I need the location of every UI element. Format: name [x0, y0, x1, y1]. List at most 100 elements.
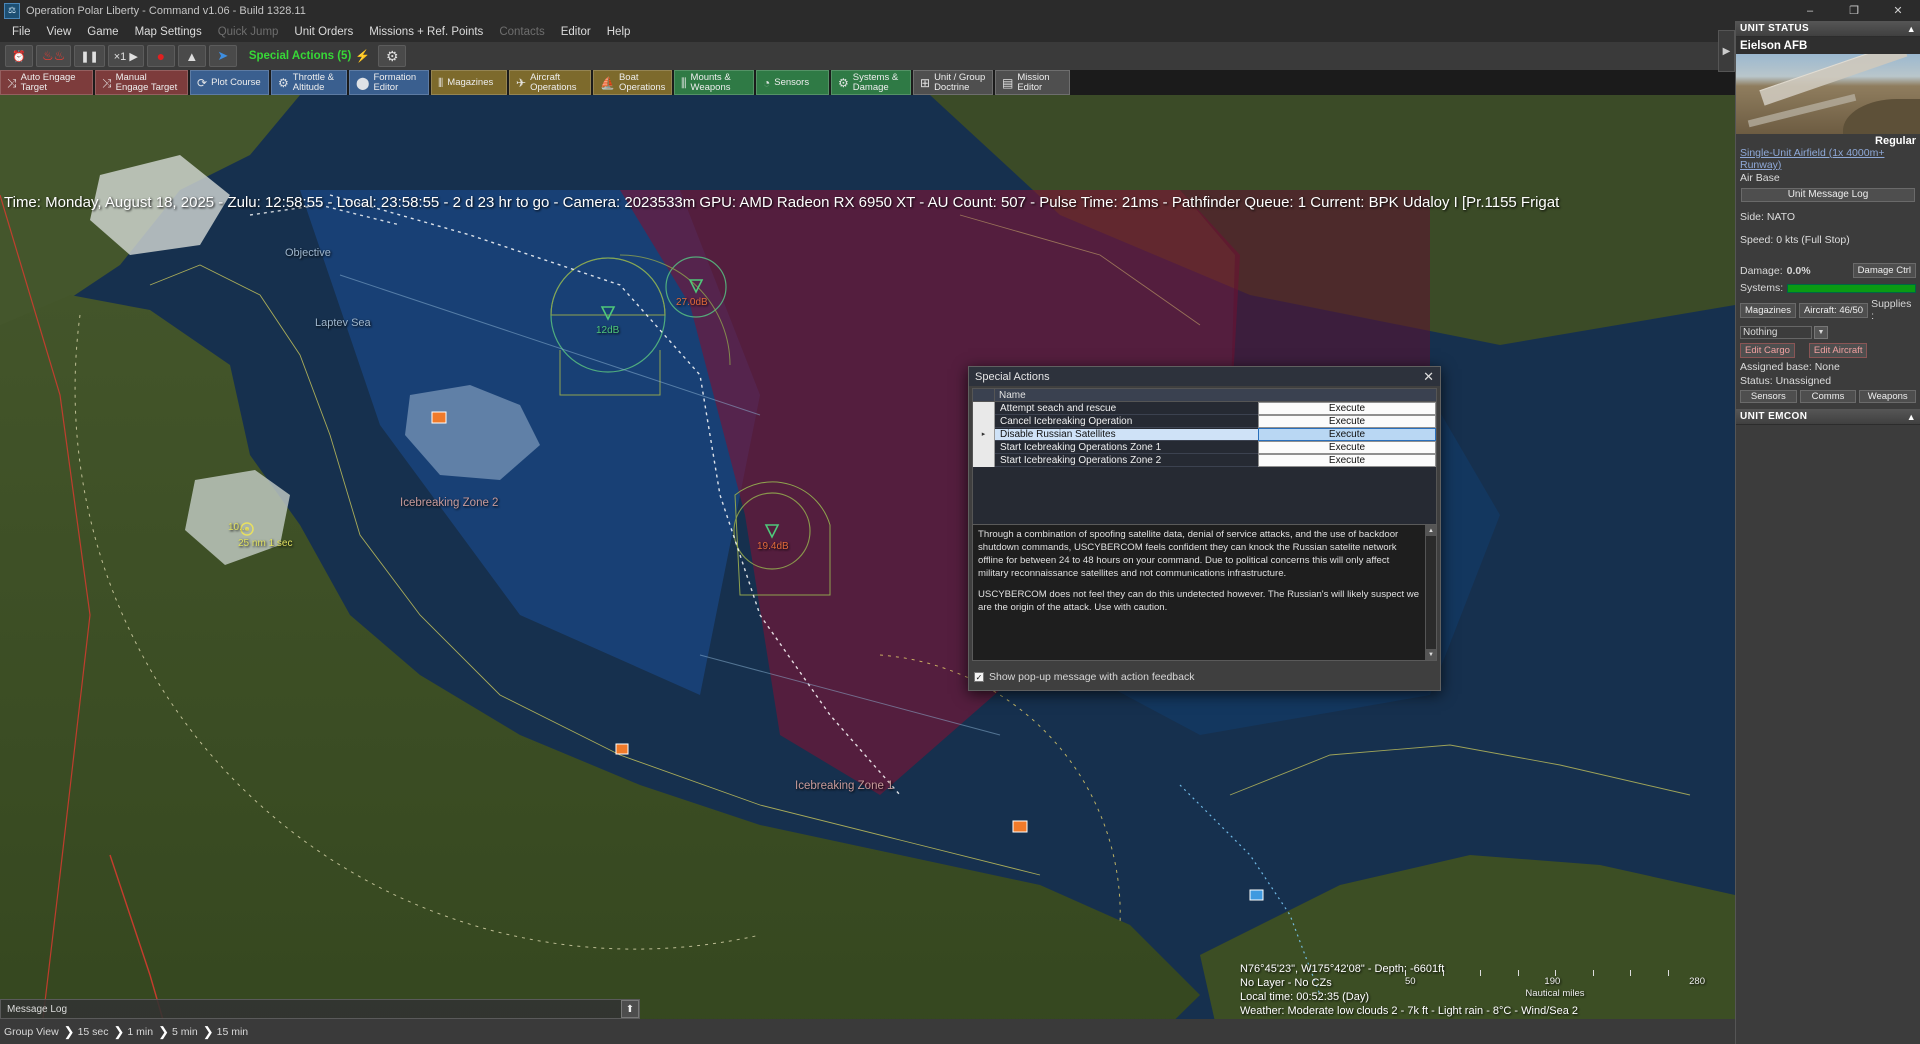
category-button-sensors[interactable]: ◔ Sensors	[756, 70, 829, 95]
group-view-label[interactable]: Group View	[4, 1026, 59, 1038]
category-button-boat[interactable]: ⛵Boat Operations	[593, 70, 672, 95]
edit-aircraft-button[interactable]: Edit Aircraft	[1809, 343, 1868, 358]
close-icon[interactable]: ✕	[1423, 369, 1434, 385]
category-button-aircraft[interactable]: ✈Aircraft Operations	[509, 70, 591, 95]
execute-button[interactable]: Execute	[1258, 428, 1436, 441]
cargo-select[interactable]: Nothing	[1740, 326, 1812, 339]
time-step-chip-1-min[interactable]: ❯1 min	[109, 1024, 154, 1040]
layers-icon[interactable]: ▲	[178, 45, 206, 67]
category-button-throttle[interactable]: ⚙Throttle & Altitude	[271, 70, 347, 95]
column-header-name: Name	[995, 389, 1436, 401]
manual-engage-icon: ⤨	[102, 78, 112, 88]
comms-button[interactable]: Comms	[1800, 390, 1857, 403]
execute-button[interactable]: Execute	[1258, 415, 1436, 428]
fire-weapons-icon[interactable]: ♨♨	[36, 45, 71, 67]
chevron-up-icon-emcon[interactable]: ▲	[1907, 412, 1916, 422]
feedback-checkbox[interactable]: ✓	[974, 672, 984, 682]
row-selector-icon[interactable]	[973, 454, 995, 467]
row-selector-icon[interactable]: ▸	[973, 428, 995, 441]
message-log-bar[interactable]: Message Log ⬆	[0, 999, 640, 1019]
menu-item-contacts: Contacts	[491, 23, 552, 41]
category-button-label: Mission Editor	[1017, 73, 1049, 93]
category-button-systems[interactable]: ⚙Systems & Damage	[831, 70, 911, 95]
execute-button[interactable]: Execute	[1258, 402, 1436, 415]
formation-icon: ⬤	[356, 78, 369, 88]
menu-item-view[interactable]: View	[39, 23, 80, 41]
menu-item-file[interactable]: File	[4, 23, 39, 41]
special-actions-dialog[interactable]: Special Actions ✕ Name Attempt seach and…	[968, 366, 1441, 691]
special-action-row[interactable]: ▸Disable Russian SatellitesExecute	[973, 428, 1436, 441]
doctrine-icon: ⊞	[920, 78, 930, 88]
unit-rank: Regular	[1736, 134, 1920, 147]
menu-item-help[interactable]: Help	[599, 23, 639, 41]
category-button-formation[interactable]: ⬤Formation Editor	[349, 70, 429, 95]
unit-name: Eielson AFB	[1736, 37, 1920, 54]
record-icon[interactable]: ●	[147, 45, 175, 67]
special-actions-button[interactable]: Special Actions (5) ⚡	[240, 45, 375, 67]
sidebar-expand-arrow[interactable]: ▶	[1718, 30, 1735, 72]
category-button-label: Sensors	[774, 78, 809, 88]
map-label-icebreaking-zone-1: Icebreaking Zone 1	[795, 780, 893, 792]
weapons-button[interactable]: Weapons	[1859, 390, 1916, 403]
execute-button[interactable]: Execute	[1258, 441, 1436, 454]
map-canvas[interactable]: Time: Monday, August 18, 2025 - Zulu: 12…	[0, 95, 1735, 1044]
unit-emcon-header[interactable]: UNIT EMCON ▲	[1736, 409, 1920, 425]
category-button-mission-editor[interactable]: ▤ Mission Editor	[995, 70, 1070, 95]
magazines-button[interactable]: Magazines	[1740, 303, 1796, 318]
dialog-title-bar: Special Actions ✕	[969, 367, 1440, 386]
scroll-up-icon[interactable]: ▲	[1426, 525, 1436, 536]
boat-icon: ⛵	[600, 78, 615, 88]
time-step-chip-15-min[interactable]: ❯15 min	[198, 1024, 248, 1040]
aircraft-button[interactable]: Aircraft: 46/50	[1799, 303, 1868, 318]
scroll-track[interactable]	[1426, 536, 1436, 649]
menu-item-missions-ref-points[interactable]: Missions + Ref. Points	[361, 23, 491, 41]
cursor-arrow-icon[interactable]: ➤	[209, 45, 237, 67]
execute-button[interactable]: Execute	[1258, 454, 1436, 467]
close-button[interactable]: ✕	[1876, 0, 1920, 21]
description-scrollbar[interactable]: ▲ ▼	[1425, 525, 1436, 660]
category-button-label: Mounts & Weapons	[691, 73, 731, 93]
category-button-manual-engage[interactable]: ⤨Manual Engage Target	[95, 70, 188, 95]
row-selector-icon[interactable]	[973, 402, 995, 415]
unit-status-header[interactable]: UNIT STATUS ▲	[1736, 21, 1920, 37]
time-step-chip-15-sec[interactable]: ❯15 sec	[59, 1024, 109, 1040]
scale-numbers: 50190280	[1405, 976, 1705, 987]
chevron-right-icon: ❯	[114, 1024, 125, 1040]
row-selector-icon[interactable]	[973, 415, 995, 428]
maximize-button[interactable]: ❐	[1832, 0, 1876, 21]
clock-icon[interactable]: ⏰	[5, 45, 33, 67]
row-selector-icon[interactable]	[973, 441, 995, 454]
sensors-icon: ◔	[763, 78, 770, 88]
actions-grid-header: Name	[973, 389, 1436, 402]
category-button-auto-engage[interactable]: ⤨Auto Engage Target	[0, 70, 93, 95]
category-button-doctrine[interactable]: ⊞Unit / Group Doctrine	[913, 70, 993, 95]
time-compression-x1[interactable]: ×1 ▶	[108, 45, 144, 67]
minimize-button[interactable]: –	[1788, 0, 1832, 21]
menu-item-game[interactable]: Game	[79, 23, 126, 41]
chevron-up-icon[interactable]: ▲	[1907, 24, 1916, 34]
menu-item-map-settings[interactable]: Map Settings	[127, 23, 210, 41]
special-action-row[interactable]: Start Icebreaking Operations Zone 1Execu…	[973, 441, 1436, 454]
category-button-magazines[interactable]: ⦀Magazines	[431, 70, 507, 95]
pause-icon[interactable]: ❚❚	[74, 45, 104, 67]
special-action-row[interactable]: Cancel Icebreaking OperationExecute	[973, 415, 1436, 428]
menu-item-unit-orders[interactable]: Unit Orders	[286, 23, 361, 41]
sensors-button[interactable]: Sensors	[1740, 390, 1797, 403]
edit-cargo-button[interactable]: Edit Cargo	[1740, 343, 1795, 358]
menu-item-editor[interactable]: Editor	[553, 23, 599, 41]
assigned-base: Assigned base: None	[1736, 360, 1920, 374]
category-button-plot-course[interactable]: ⟳Plot Course	[190, 70, 269, 95]
mission-editor-icon: ▤	[1002, 78, 1013, 88]
damage-ctrl-button[interactable]: Damage Ctrl	[1853, 263, 1916, 278]
unit-message-log-button[interactable]: Unit Message Log	[1741, 188, 1915, 202]
time-step-chip-5-min[interactable]: ❯5 min	[153, 1024, 198, 1040]
actions-grid: Name Attempt seach and rescueExecuteCanc…	[972, 388, 1437, 525]
message-log-popout-icon[interactable]: ⬆	[621, 1000, 639, 1018]
special-action-row[interactable]: Start Icebreaking Operations Zone 2Execu…	[973, 454, 1436, 467]
scroll-down-icon[interactable]: ▼	[1426, 649, 1436, 660]
gear-icon[interactable]: ⚙	[378, 45, 406, 67]
chevron-down-icon[interactable]: ▼	[1814, 326, 1828, 339]
category-button-mounts[interactable]: ⫼Mounts & Weapons	[674, 70, 754, 95]
special-action-row[interactable]: Attempt seach and rescueExecute	[973, 402, 1436, 415]
unit-type-link[interactable]: Single-Unit Airfield (1x 4000m+ Runway)	[1736, 147, 1920, 171]
